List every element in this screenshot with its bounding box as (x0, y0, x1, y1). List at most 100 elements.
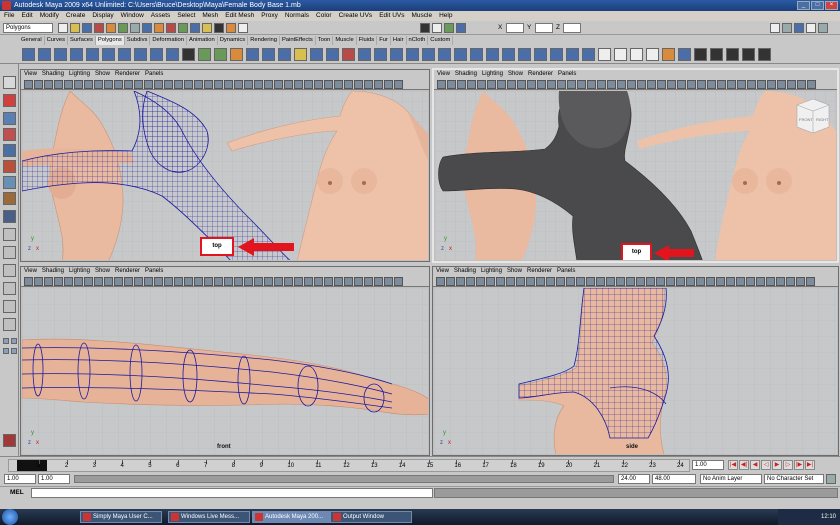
hud-g-icon[interactable] (767, 80, 776, 89)
textured-icon[interactable] (597, 80, 606, 89)
resolution-gate-icon[interactable] (104, 277, 113, 286)
viewcube-front-label[interactable]: FRONT (799, 117, 813, 122)
grid-icon[interactable] (84, 277, 93, 286)
hud-f-icon[interactable] (756, 277, 765, 286)
combine-icon[interactable] (198, 48, 211, 61)
layout-outliner-icon[interactable] (3, 282, 16, 295)
boolean-diff-icon[interactable] (262, 48, 275, 61)
layout-mini-2-icon[interactable] (11, 338, 17, 344)
step-back-frame-icon[interactable]: ◀ (750, 460, 760, 470)
key-icon[interactable] (826, 474, 836, 484)
shelf-tab-painteffects[interactable]: PaintEffects (280, 36, 316, 45)
hud-f-icon[interactable] (757, 80, 766, 89)
hud-i-icon[interactable] (787, 80, 796, 89)
xray-joints-icon[interactable] (646, 277, 655, 286)
play-backwards-icon[interactable]: ◁ (761, 460, 771, 470)
save-scene-icon[interactable] (82, 23, 92, 33)
snap-curve-icon[interactable] (166, 23, 176, 33)
last-tool-icon[interactable] (3, 210, 16, 223)
current-frame-marker[interactable] (17, 460, 47, 471)
hud-d-icon[interactable] (324, 277, 333, 286)
shelf-tab-subdivs[interactable]: Subdivs (125, 36, 151, 45)
hud-b-icon[interactable] (304, 277, 313, 286)
hud-d-icon[interactable] (324, 80, 333, 89)
two-d-pan-icon[interactable] (486, 277, 495, 286)
append-icon[interactable] (438, 48, 451, 61)
hud-f-icon[interactable] (344, 277, 353, 286)
field-chart-icon[interactable] (536, 277, 545, 286)
wireframe-icon[interactable] (567, 80, 576, 89)
menu-display[interactable]: Display (92, 11, 113, 21)
relative-transform-icon[interactable] (444, 23, 454, 33)
mirror-icon[interactable] (294, 48, 307, 61)
layout-hypershade-icon[interactable] (3, 318, 16, 331)
sculpt-icon[interactable] (342, 48, 355, 61)
resolution-gate-icon[interactable] (516, 277, 525, 286)
panel-menu-show[interactable]: Show (95, 267, 110, 276)
poke-icon[interactable] (566, 48, 579, 61)
step-back-key-icon[interactable]: ◀| (739, 460, 749, 470)
panel-menu-shading[interactable]: Shading (454, 267, 476, 276)
character-set-dropdown[interactable]: No Character Set (764, 474, 824, 484)
safe-title-icon[interactable] (556, 277, 565, 286)
menu-mesh[interactable]: Mesh (202, 11, 218, 21)
poly-prism-icon[interactable] (118, 48, 131, 61)
panel-menu-view[interactable]: View (24, 70, 37, 79)
hud-j-icon[interactable] (384, 80, 393, 89)
panel-menu-renderer[interactable]: Renderer (115, 70, 140, 79)
poly-soccer-icon[interactable] (182, 48, 195, 61)
lasso-icon[interactable] (130, 23, 140, 33)
aa-icon[interactable] (264, 277, 273, 286)
select-camera-icon[interactable] (24, 80, 33, 89)
menu-edit-uvs[interactable]: Edit UVs (379, 11, 404, 21)
two-d-pan-icon[interactable] (74, 277, 83, 286)
smooth-icon[interactable] (310, 48, 323, 61)
lock-camera-icon[interactable] (34, 277, 43, 286)
shelf-tab-fluids[interactable]: Fluids (357, 36, 378, 45)
menu-create-uvs[interactable]: Create UVs (339, 11, 373, 21)
shelf-tab-custom[interactable]: Custom (428, 36, 454, 45)
bevel-icon[interactable] (534, 48, 547, 61)
hud-g-icon[interactable] (766, 277, 775, 286)
hud-icon[interactable] (706, 277, 715, 286)
aa-icon[interactable] (677, 80, 686, 89)
separate-icon[interactable] (214, 48, 227, 61)
panel-menu-view[interactable]: View (436, 267, 449, 276)
minimize-button[interactable]: _ (797, 1, 810, 10)
hud-j-icon[interactable] (384, 277, 393, 286)
input-field-mode-icon[interactable] (420, 23, 430, 33)
high-quality-icon[interactable] (626, 277, 635, 286)
image-plane-icon[interactable] (476, 277, 485, 286)
film-gate-icon[interactable] (94, 277, 103, 286)
duplicate-face-icon[interactable] (582, 48, 595, 61)
depth-of-field-icon[interactable] (687, 80, 696, 89)
layout-two-icon[interactable] (3, 264, 16, 277)
select-tool-icon[interactable] (3, 76, 16, 89)
smooth-shade-icon[interactable] (576, 277, 585, 286)
select-camera-icon[interactable] (436, 277, 445, 286)
shelf-tab-ncloth[interactable]: nCloth (407, 36, 429, 45)
isolate-select-b-icon[interactable] (254, 80, 263, 89)
shelf-tab-dynamics[interactable]: Dynamics (218, 36, 249, 45)
resolution-gate-icon[interactable] (104, 80, 113, 89)
default-material-icon[interactable] (174, 80, 183, 89)
layout-four-icon[interactable] (3, 246, 16, 259)
high-quality-icon[interactable] (214, 80, 223, 89)
field-chart-icon[interactable] (537, 80, 546, 89)
viewport-canvas[interactable]: yzx front (22, 288, 428, 454)
hud-icon[interactable] (707, 80, 716, 89)
snap-grid-icon[interactable] (154, 23, 164, 33)
shadows-icon[interactable] (204, 277, 213, 286)
bookmarks-icon[interactable] (54, 80, 63, 89)
history-icon[interactable] (202, 23, 212, 33)
gate-mask-icon[interactable] (114, 277, 123, 286)
anim-layer-dropdown[interactable]: No Anim Layer (700, 474, 762, 484)
snap-plane-icon[interactable] (190, 23, 200, 33)
uv-cylindrical-icon[interactable] (614, 48, 627, 61)
poly-sphere-icon[interactable] (22, 48, 35, 61)
shelf-tab-hair[interactable]: Hair (391, 36, 407, 45)
extract-icon[interactable] (230, 48, 243, 61)
hud-b-icon[interactable] (717, 80, 726, 89)
panel-menu-show[interactable]: Show (508, 70, 523, 79)
hud-e-icon[interactable] (334, 80, 343, 89)
